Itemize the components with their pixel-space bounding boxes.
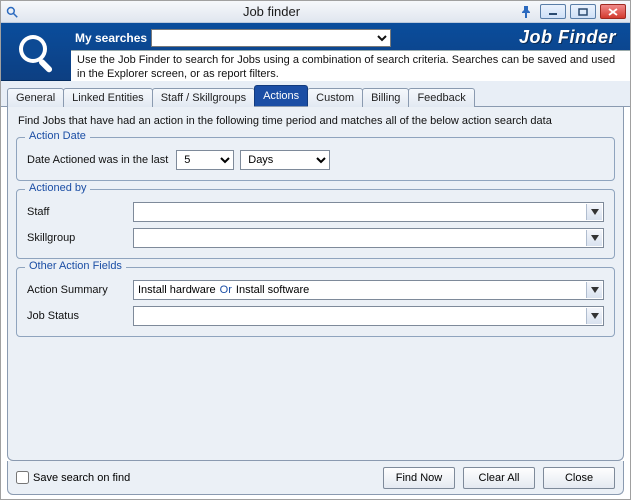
- group-other-action-fields: Other Action Fields Action Summary Insta…: [16, 267, 615, 337]
- group-actioned-by: Actioned by Staff Skillgroup: [16, 189, 615, 259]
- legend-actioned-by: Actioned by: [25, 182, 90, 194]
- label-skillgroup: Skillgroup: [27, 232, 127, 244]
- clear-all-button[interactable]: Clear All: [463, 467, 535, 489]
- select-action-unit[interactable]: Days: [240, 150, 330, 170]
- chevron-down-icon: [586, 308, 602, 324]
- app-logo-icon: [1, 23, 71, 80]
- close-button[interactable]: [600, 4, 626, 19]
- label-staff: Staff: [27, 206, 127, 218]
- legend-other: Other Action Fields: [25, 260, 126, 272]
- header-description: Use the Job Finder to search for Jobs us…: [71, 50, 630, 85]
- maximize-button[interactable]: [570, 4, 596, 19]
- tab-feedback[interactable]: Feedback: [408, 88, 474, 107]
- tab-billing[interactable]: Billing: [362, 88, 409, 107]
- titlebar: Job finder: [1, 1, 630, 23]
- header: My searches Job Finder Use the Job Finde…: [1, 23, 630, 81]
- pin-icon[interactable]: [518, 4, 534, 20]
- content-panel: Find Jobs that have had an action in the…: [7, 107, 624, 461]
- tab-staff-skillgroups[interactable]: Staff / Skillgroups: [152, 88, 255, 107]
- chevron-down-icon: [586, 204, 602, 220]
- tab-custom[interactable]: Custom: [307, 88, 363, 107]
- footer: Save search on find Find Now Clear All C…: [7, 461, 624, 495]
- app-name: Job Finder: [395, 27, 624, 48]
- save-on-find-checkbox[interactable]: [16, 471, 29, 484]
- legend-action-date: Action Date: [25, 130, 90, 142]
- combo-skillgroup[interactable]: [133, 228, 604, 248]
- combo-staff[interactable]: [133, 202, 604, 222]
- save-on-find-label: Save search on find: [33, 472, 130, 484]
- tabstrip: General Linked Entities Staff / Skillgro…: [1, 81, 630, 107]
- minimize-button[interactable]: [540, 4, 566, 19]
- tab-general[interactable]: General: [7, 88, 64, 107]
- combo-job-status[interactable]: [133, 306, 604, 326]
- label-action-summary: Action Summary: [27, 284, 127, 296]
- combo-action-summary[interactable]: Install hardware Or Install software: [133, 280, 604, 300]
- label-job-status: Job Status: [27, 310, 127, 322]
- tab-actions[interactable]: Actions: [254, 85, 308, 106]
- search-icon: [5, 5, 19, 19]
- my-searches-label: My searches: [75, 31, 147, 45]
- group-action-date: Action Date Date Actioned was in the las…: [16, 137, 615, 181]
- my-searches-select[interactable]: [151, 29, 391, 47]
- select-action-number[interactable]: 5: [176, 150, 234, 170]
- save-on-find-wrapper[interactable]: Save search on find: [16, 471, 130, 484]
- close-dialog-button[interactable]: Close: [543, 467, 615, 489]
- tab-linked-entities[interactable]: Linked Entities: [63, 88, 153, 107]
- intro-text: Find Jobs that have had an action in the…: [18, 115, 615, 127]
- chevron-down-icon: [586, 230, 602, 246]
- chevron-down-icon: [586, 282, 602, 298]
- find-now-button[interactable]: Find Now: [383, 467, 455, 489]
- label-date-actioned: Date Actioned was in the last: [27, 154, 168, 166]
- window-title: Job finder: [25, 4, 518, 19]
